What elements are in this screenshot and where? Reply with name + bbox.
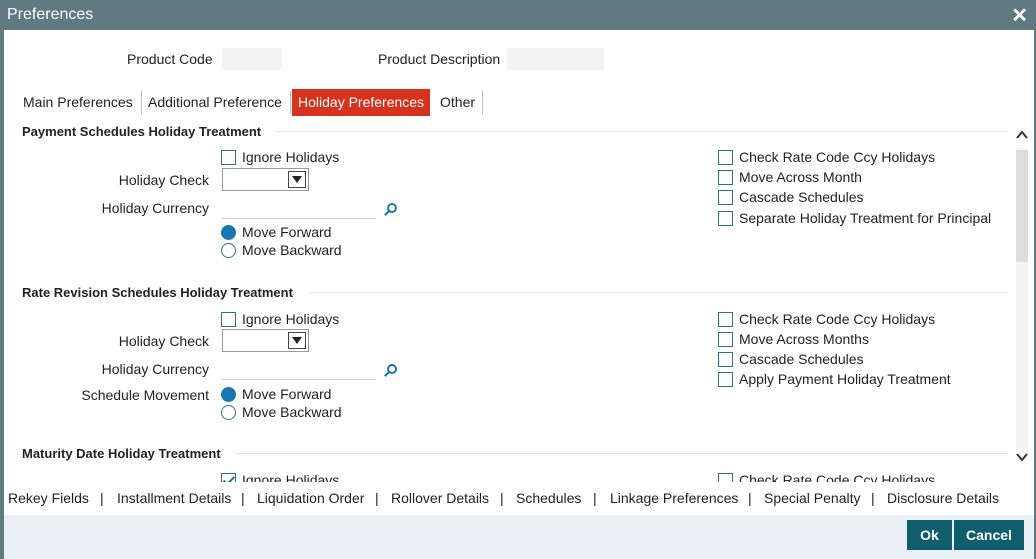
close-icon[interactable]: ✕ xyxy=(1011,3,1028,28)
payment-cascade-schedules-checkbox[interactable] xyxy=(718,190,733,205)
link-installment-details[interactable]: Installment Details xyxy=(117,490,231,506)
rate-schedule-movement-label: Schedule Movement xyxy=(81,387,209,403)
payment-ignore-holidays-label: Ignore Holidays xyxy=(242,149,340,165)
tab-main-preferences[interactable]: Main Preferences xyxy=(17,89,139,116)
rate-move-across-months-label: Move Across Months xyxy=(739,331,869,347)
link-separator: | xyxy=(100,490,104,506)
tab-additional-preference[interactable]: Additional Preference xyxy=(142,89,288,116)
scrollbar-thumb[interactable] xyxy=(1016,150,1028,262)
link-linkage-preferences[interactable]: Linkage Preferences xyxy=(610,490,738,506)
product-code-label: Product Code xyxy=(127,51,213,67)
payment-separate-principal-checkbox[interactable] xyxy=(718,211,733,226)
tab-divider xyxy=(290,91,291,114)
rate-move-forward-label: Move Forward xyxy=(242,386,332,402)
rate-check-rate-code-checkbox[interactable] xyxy=(718,312,733,327)
product-description-label: Product Description xyxy=(378,51,501,67)
payment-holiday-currency-label: Holiday Currency xyxy=(101,200,209,216)
rate-holiday-check-select[interactable] xyxy=(222,329,309,352)
payment-ignore-holidays-checkbox[interactable] xyxy=(221,150,236,165)
payment-holiday-check-label: Holiday Check xyxy=(118,172,209,188)
search-icon[interactable] xyxy=(384,363,398,377)
scrollbar-track[interactable] xyxy=(1016,148,1028,448)
link-disclosure-details[interactable]: Disclosure Details xyxy=(887,490,999,506)
maturity-ignore-holidays-checkbox[interactable] xyxy=(221,473,236,482)
product-code-field[interactable] xyxy=(222,48,282,70)
link-separator: | xyxy=(375,490,379,506)
tab-divider xyxy=(482,91,483,114)
chevron-down-icon[interactable] xyxy=(1014,450,1030,464)
rate-ignore-holidays-checkbox[interactable] xyxy=(221,312,236,327)
rate-holiday-currency-label: Holiday Currency xyxy=(101,361,209,377)
payment-move-across-month-checkbox[interactable] xyxy=(718,170,733,185)
payment-move-backward-radio[interactable] xyxy=(221,243,236,258)
tab-holiday-preferences[interactable]: Holiday Preferences xyxy=(292,89,431,116)
payment-move-forward-radio[interactable] xyxy=(221,225,236,240)
link-rollover-details[interactable]: Rollover Details xyxy=(391,490,489,506)
section-divider xyxy=(276,131,1008,132)
rate-move-backward-label: Move Backward xyxy=(242,404,342,420)
chevron-down-icon[interactable] xyxy=(288,332,306,349)
rate-cascade-schedules-checkbox[interactable] xyxy=(718,352,733,367)
rate-holiday-check-label: Holiday Check xyxy=(118,333,209,349)
window-title: Preferences xyxy=(7,6,94,23)
payment-holiday-check-select[interactable] xyxy=(222,168,309,191)
payment-cascade-schedules-label: Cascade Schedules xyxy=(739,189,864,205)
maturity-check-rate-code-checkbox[interactable] xyxy=(718,473,733,482)
maturity-section-title: Maturity Date Holiday Treatment xyxy=(22,446,221,461)
ok-button[interactable]: Ok xyxy=(907,520,952,550)
product-description-field[interactable] xyxy=(507,48,604,70)
payment-move-across-month-label: Move Across Month xyxy=(739,169,862,185)
holiday-preferences-panel: Payment Schedules Holiday Treatment Igno… xyxy=(4,120,1008,482)
payment-holiday-currency-input[interactable] xyxy=(222,199,376,219)
rate-move-backward-radio[interactable] xyxy=(221,405,236,420)
payment-check-rate-code-label: Check Rate Code Ccy Holidays xyxy=(739,149,936,165)
maturity-check-rate-code-label: Check Rate Code Ccy Holidays xyxy=(739,472,936,482)
link-special-penalty[interactable]: Special Penalty xyxy=(764,490,861,506)
payment-separate-principal-label: Separate Holiday Treatment for Principal xyxy=(739,210,992,226)
window-titlebar: Preferences ✕ xyxy=(0,0,1036,30)
subsystem-links-bar: Rekey Fields | Installment Details | Liq… xyxy=(4,482,1034,515)
rate-apply-payment-holiday-checkbox[interactable] xyxy=(718,372,733,387)
link-schedules[interactable]: Schedules xyxy=(516,490,581,506)
dialog-footer: Ok Cancel xyxy=(4,515,1034,559)
maturity-ignore-holidays-label: Ignore Holidays xyxy=(242,472,340,482)
link-separator: | xyxy=(871,490,875,506)
rate-apply-payment-holiday-label: Apply Payment Holiday Treatment xyxy=(739,371,951,387)
section-divider xyxy=(309,292,1008,293)
link-liquidation-order[interactable]: Liquidation Order xyxy=(257,490,364,506)
rate-ignore-holidays-label: Ignore Holidays xyxy=(242,311,340,327)
chevron-up-icon[interactable] xyxy=(1014,128,1030,142)
link-separator: | xyxy=(241,490,245,506)
rate-check-rate-code-label: Check Rate Code Ccy Holidays xyxy=(739,311,936,327)
rate-holiday-currency-input[interactable] xyxy=(222,360,376,380)
search-icon[interactable] xyxy=(384,202,398,216)
rate-cascade-schedules-label: Cascade Schedules xyxy=(739,351,864,367)
section-divider xyxy=(236,453,1008,454)
payment-check-rate-code-checkbox[interactable] xyxy=(718,150,733,165)
rate-move-across-months-checkbox[interactable] xyxy=(718,332,733,347)
cancel-button[interactable]: Cancel xyxy=(954,520,1024,550)
vertical-scrollbar[interactable] xyxy=(1012,122,1032,480)
payment-move-forward-label: Move Forward xyxy=(242,224,332,240)
link-separator: | xyxy=(500,490,504,506)
link-rekey-fields[interactable]: Rekey Fields xyxy=(8,490,89,506)
rate-section-title: Rate Revision Schedules Holiday Treatmen… xyxy=(22,285,293,300)
payment-move-backward-label: Move Backward xyxy=(242,242,342,258)
chevron-down-icon[interactable] xyxy=(288,171,306,188)
link-separator: | xyxy=(593,490,597,506)
tab-other[interactable]: Other xyxy=(434,89,481,116)
rate-move-forward-radio[interactable] xyxy=(221,387,236,402)
payment-section-title: Payment Schedules Holiday Treatment xyxy=(22,124,262,139)
link-separator: | xyxy=(748,490,752,506)
